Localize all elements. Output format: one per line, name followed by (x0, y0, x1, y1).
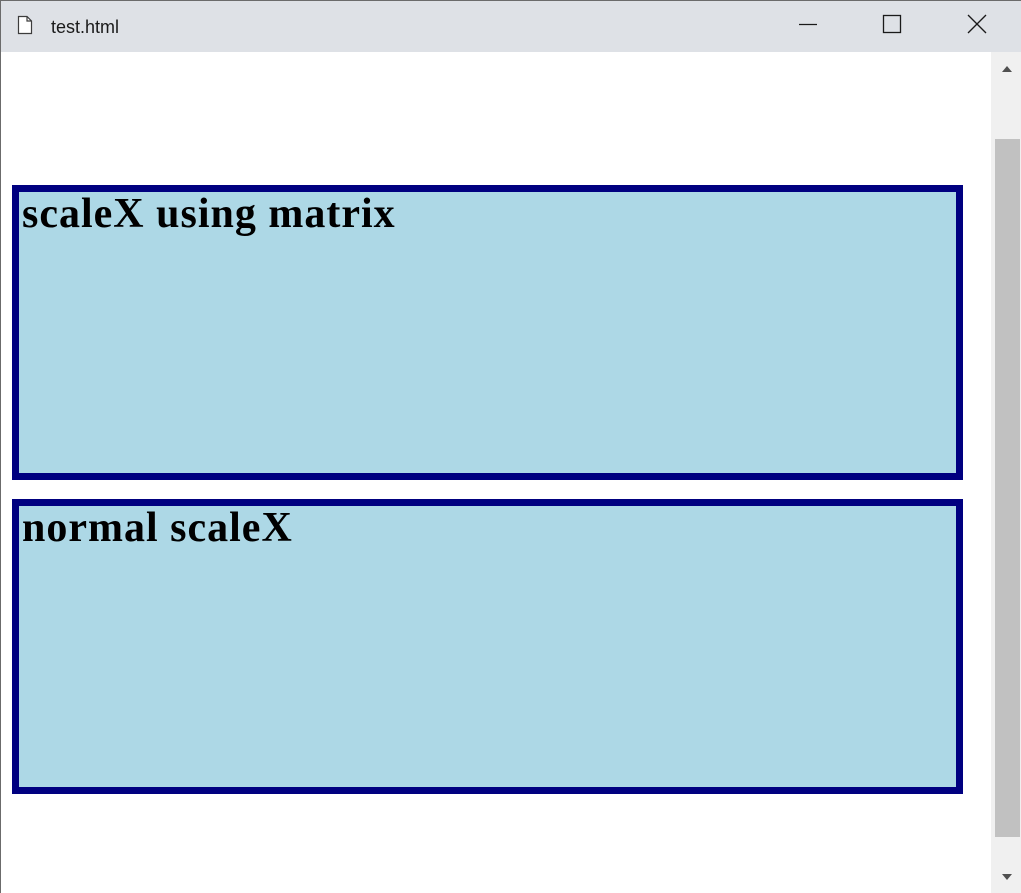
page-viewport[interactable]: scaleX using matrix normal scaleX (1, 52, 991, 893)
window-title: test.html (51, 17, 120, 37)
minimize-icon (798, 14, 818, 39)
box-heading: scaleX using matrix (22, 191, 396, 237)
browser-window: test.html scaleX using matrix normal sca… (0, 0, 1021, 893)
vertical-scrollbar[interactable] (991, 52, 1021, 893)
scroll-down-button[interactable] (991, 860, 1021, 893)
normal-scalex-box: normal scaleX (12, 499, 963, 794)
matrix-scalex-box: scaleX using matrix (12, 185, 963, 480)
box-heading: normal scaleX (22, 505, 293, 551)
close-button[interactable] (941, 1, 1013, 52)
maximize-icon (882, 14, 902, 39)
scroll-thumb[interactable] (995, 139, 1020, 837)
close-icon (967, 14, 987, 39)
arrow-down-icon (1001, 868, 1013, 886)
maximize-button[interactable] (856, 1, 928, 52)
arrow-up-icon (1001, 60, 1013, 78)
file-icon (16, 15, 34, 35)
minimize-button[interactable] (772, 1, 844, 52)
title-bar[interactable]: test.html (1, 1, 1021, 52)
scroll-up-button[interactable] (991, 52, 1021, 86)
